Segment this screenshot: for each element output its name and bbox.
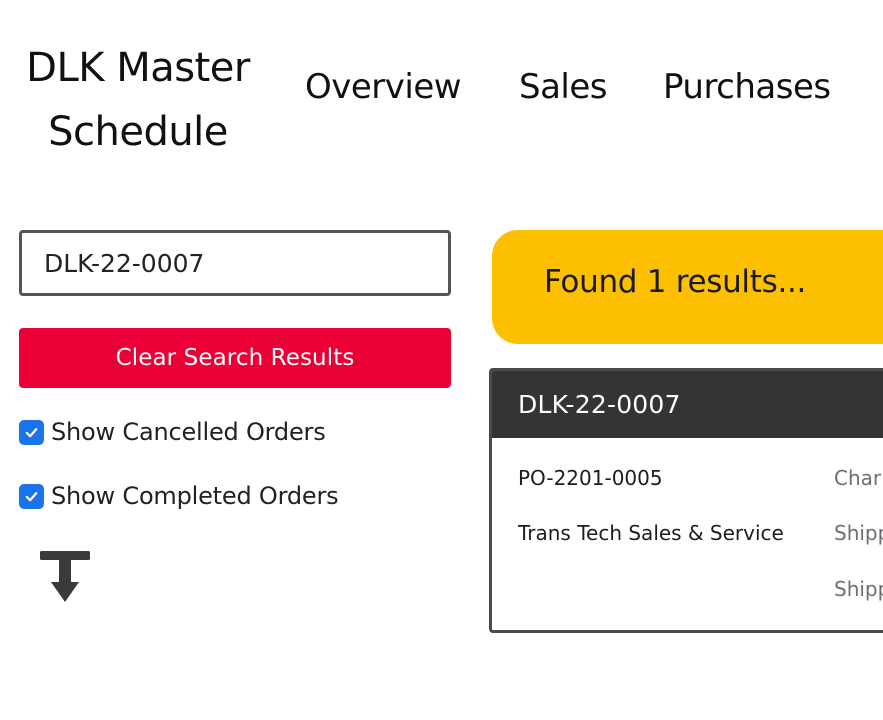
app-title: DLK Master Schedule — [26, 45, 250, 155]
clear-search-results-button[interactable]: Clear Search Results — [19, 328, 451, 388]
results-banner: Found 1 results... — [492, 230, 883, 344]
nav-overview-link[interactable]: Overview — [305, 64, 462, 110]
show-cancelled-label: Show Cancelled Orders — [51, 418, 326, 446]
po-number: PO-2201-0005 — [518, 466, 663, 490]
show-completed-orders-toggle[interactable]: Show Completed Orders — [19, 478, 339, 514]
nav-purchases-link[interactable]: Purchases — [663, 64, 831, 110]
vendor-name: Trans Tech Sales & Service — [518, 521, 784, 545]
search-input[interactable] — [19, 230, 451, 296]
check-icon — [25, 427, 38, 437]
order-card[interactable]: DLK-22-0007 PO-2201-0005 Trans Tech Sale… — [489, 368, 883, 633]
nav-sales-link[interactable]: Sales — [519, 64, 608, 110]
show-cancelled-orders-toggle[interactable]: Show Cancelled Orders — [19, 414, 326, 450]
show-cancelled-checkbox[interactable] — [19, 419, 44, 445]
page: DLK Master Schedule Overview Sales Purch… — [0, 0, 883, 720]
card-right-field-1: Char — [834, 466, 882, 490]
card-right-field-3: Shipp — [834, 577, 883, 601]
show-completed-checkbox[interactable] — [19, 483, 44, 509]
results-count-text: Found 1 results... — [544, 264, 807, 300]
check-icon — [25, 491, 38, 501]
card-right-field-2: Shipp — [834, 521, 883, 545]
order-id-header: DLK-22-0007 — [492, 371, 883, 438]
show-completed-label: Show Completed Orders — [51, 482, 339, 510]
download-to-bottom-icon[interactable] — [40, 551, 90, 603]
